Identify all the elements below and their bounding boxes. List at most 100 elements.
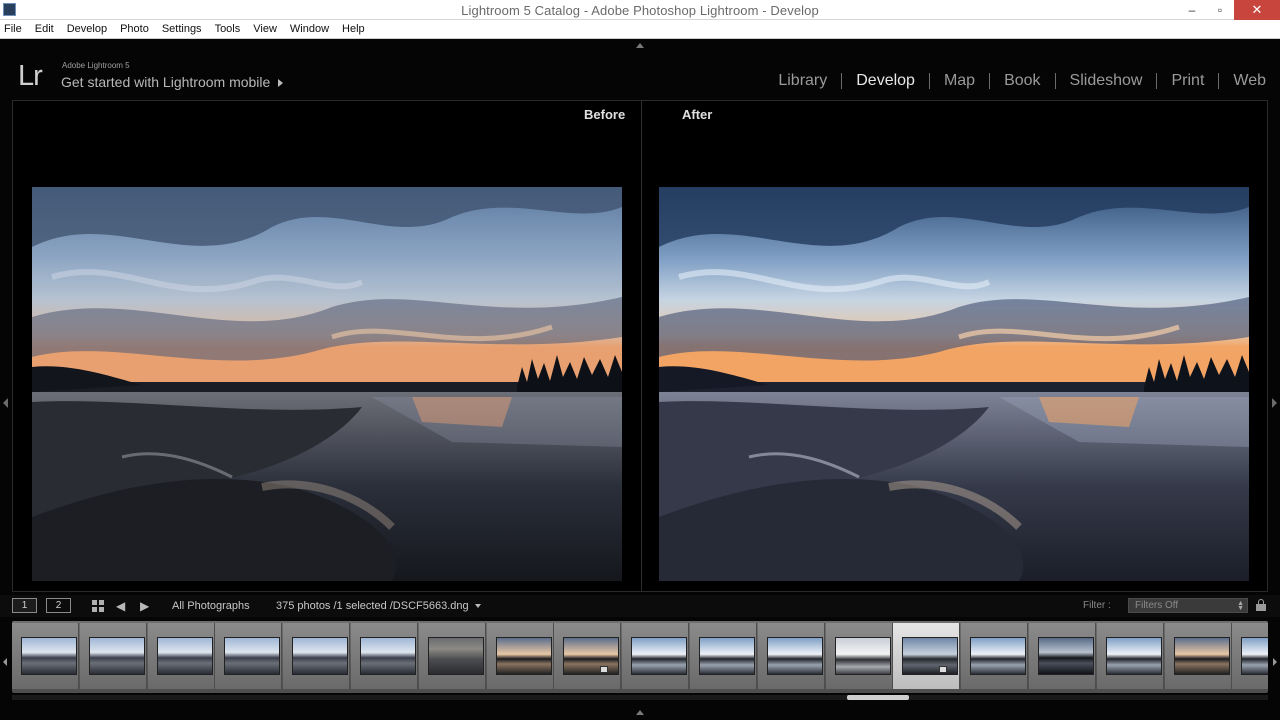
filmstrip-cell[interactable]: [351, 623, 418, 689]
view-divider: [641, 101, 642, 591]
before-photo[interactable]: [32, 187, 622, 581]
filmstrip-cell[interactable]: [418, 623, 486, 689]
filmstrip-thumbnail: [88, 637, 145, 675]
module-map[interactable]: Map: [944, 72, 975, 90]
grid-view-icon[interactable]: [92, 600, 104, 612]
photo-count-text: 375 photos /1 selected /DSCF5663.dng: [276, 600, 469, 612]
filmstrip-thumbnail: [1038, 637, 1094, 675]
maximize-button[interactable]: ▫: [1206, 0, 1234, 20]
filmstrip-thumbnail: [1173, 637, 1230, 675]
filmstrip-right-icon[interactable]: [1273, 658, 1277, 666]
menu-bar: File Edit Develop Photo Settings Tools V…: [0, 20, 1280, 39]
develop-settings-badge-icon: [939, 666, 948, 673]
filmstrip-scroll-track[interactable]: [12, 695, 1268, 700]
module-separator: [1156, 73, 1158, 89]
filmstrip-cell[interactable]: [554, 623, 622, 689]
close-button[interactable]: ✕: [1234, 0, 1280, 20]
landscape-image-after: [659, 187, 1249, 581]
menu-help[interactable]: Help: [342, 23, 365, 35]
previous-arrow-icon[interactable]: ◀: [116, 599, 125, 613]
title-bar: Lightroom 5 Catalog - Adobe Photoshop Li…: [0, 0, 1280, 20]
left-panel-expand-icon[interactable]: [3, 398, 8, 408]
menu-view[interactable]: View: [253, 23, 277, 35]
module-separator: [841, 73, 843, 89]
module-print[interactable]: Print: [1171, 72, 1204, 90]
module-library[interactable]: Library: [778, 72, 827, 90]
develop-settings-badge-icon: [600, 666, 609, 673]
filmstrip-cell[interactable]: [825, 623, 893, 689]
lightroom-window: Lightroom 5 Catalog - Adobe Photoshop Li…: [0, 0, 1280, 720]
filter-select[interactable]: Filters Off ▲ ▼: [1128, 598, 1248, 613]
filmstrip-cell[interactable]: [1096, 623, 1164, 689]
filmstrip-cell[interactable]: [961, 623, 1029, 689]
filmstrip-cell[interactable]: [486, 623, 554, 689]
mobile-promo-link[interactable]: Get started with Lightroom mobile: [61, 74, 284, 90]
play-triangle-icon: [278, 79, 284, 88]
filmstrip-thumbnail: [902, 637, 959, 675]
filmstrip-cell[interactable]: [690, 623, 757, 689]
filmstrip-thumbnail: [970, 637, 1027, 675]
filmstrip-cell[interactable]: [1232, 623, 1268, 689]
product-name: Adobe Lightroom 5: [62, 61, 130, 70]
window-title: Lightroom 5 Catalog - Adobe Photoshop Li…: [461, 3, 819, 18]
filter-lock-icon[interactable]: [1256, 599, 1266, 611]
filmstrip-thumbnail: [156, 637, 213, 675]
filmstrip-thumbnail: [699, 637, 755, 675]
menu-window[interactable]: Window: [290, 23, 329, 35]
filmstrip-cell[interactable]: [1029, 623, 1096, 689]
module-separator: [928, 73, 930, 89]
filmstrip-toolbar: 1 2 ◀ ▶ All Photographs 375 photos /1 se…: [0, 595, 1280, 617]
minimize-button[interactable]: –: [1178, 0, 1206, 20]
module-picker: Library Develop Map Book Slideshow Print…: [778, 72, 1266, 90]
filmstrip-cell[interactable]: [283, 623, 351, 689]
updown-arrows-icon: ▲ ▼: [1237, 600, 1244, 612]
menu-file[interactable]: File: [4, 23, 22, 35]
filmstrip-cell[interactable]: [79, 623, 147, 689]
source-indicator[interactable]: All Photographs: [172, 600, 250, 612]
module-slideshow[interactable]: Slideshow: [1070, 72, 1143, 90]
filmstrip-thumbnail: [1241, 637, 1268, 675]
filmstrip-scrollbar-thumb[interactable]: [847, 695, 909, 700]
after-label: After: [682, 107, 713, 122]
right-panel-expand-icon[interactable]: [1272, 398, 1277, 408]
menu-edit[interactable]: Edit: [35, 23, 54, 35]
landscape-image-before: [32, 187, 622, 581]
filmstrip-cell[interactable]: [147, 623, 215, 689]
top-panel-collapse-icon[interactable]: [636, 43, 644, 48]
bottom-panel-collapse-icon[interactable]: [636, 710, 644, 715]
filmstrip-thumbnail: [360, 637, 416, 675]
main-window-button[interactable]: 1: [12, 598, 37, 613]
module-separator: [989, 73, 991, 89]
filmstrip-cell[interactable]: [12, 623, 79, 689]
after-photo[interactable]: [659, 187, 1249, 581]
next-arrow-icon[interactable]: ▶: [140, 599, 149, 613]
filmstrip-cell[interactable]: [215, 623, 283, 689]
filter-select-value: Filters Off: [1135, 600, 1179, 611]
filmstrip-thumbnail: [21, 637, 77, 675]
module-separator: [1054, 73, 1056, 89]
filmstrip-cell-selected[interactable]: [893, 623, 961, 689]
module-web[interactable]: Web: [1233, 72, 1266, 90]
filmstrip-left-icon[interactable]: [3, 658, 7, 666]
menu-tools[interactable]: Tools: [215, 23, 241, 35]
filmstrip-cell[interactable]: [1164, 623, 1232, 689]
secondary-window-button[interactable]: 2: [46, 598, 71, 613]
photo-count-dropdown[interactable]: 375 photos /1 selected /DSCF5663.dng: [276, 600, 481, 612]
lightroom-logo: Lr: [18, 60, 43, 92]
filmstrip-thumbnail: [292, 637, 349, 675]
menu-develop[interactable]: Develop: [67, 23, 107, 35]
before-after-view: Before After: [12, 100, 1268, 592]
menu-photo[interactable]: Photo: [120, 23, 149, 35]
chevron-down-icon: [474, 604, 481, 609]
filmstrip-cell[interactable]: [622, 623, 690, 689]
menu-settings[interactable]: Settings: [162, 23, 202, 35]
module-develop[interactable]: Develop: [856, 72, 915, 90]
filmstrip-thumbnail: [631, 637, 688, 675]
filmstrip: [12, 621, 1268, 693]
module-separator: [1218, 73, 1220, 89]
filmstrip-thumbnail: [495, 637, 552, 675]
filmstrip-cell[interactable]: [757, 623, 825, 689]
module-book[interactable]: Book: [1004, 72, 1040, 90]
filmstrip-thumbnail: [834, 637, 891, 675]
before-label: Before: [584, 107, 626, 122]
